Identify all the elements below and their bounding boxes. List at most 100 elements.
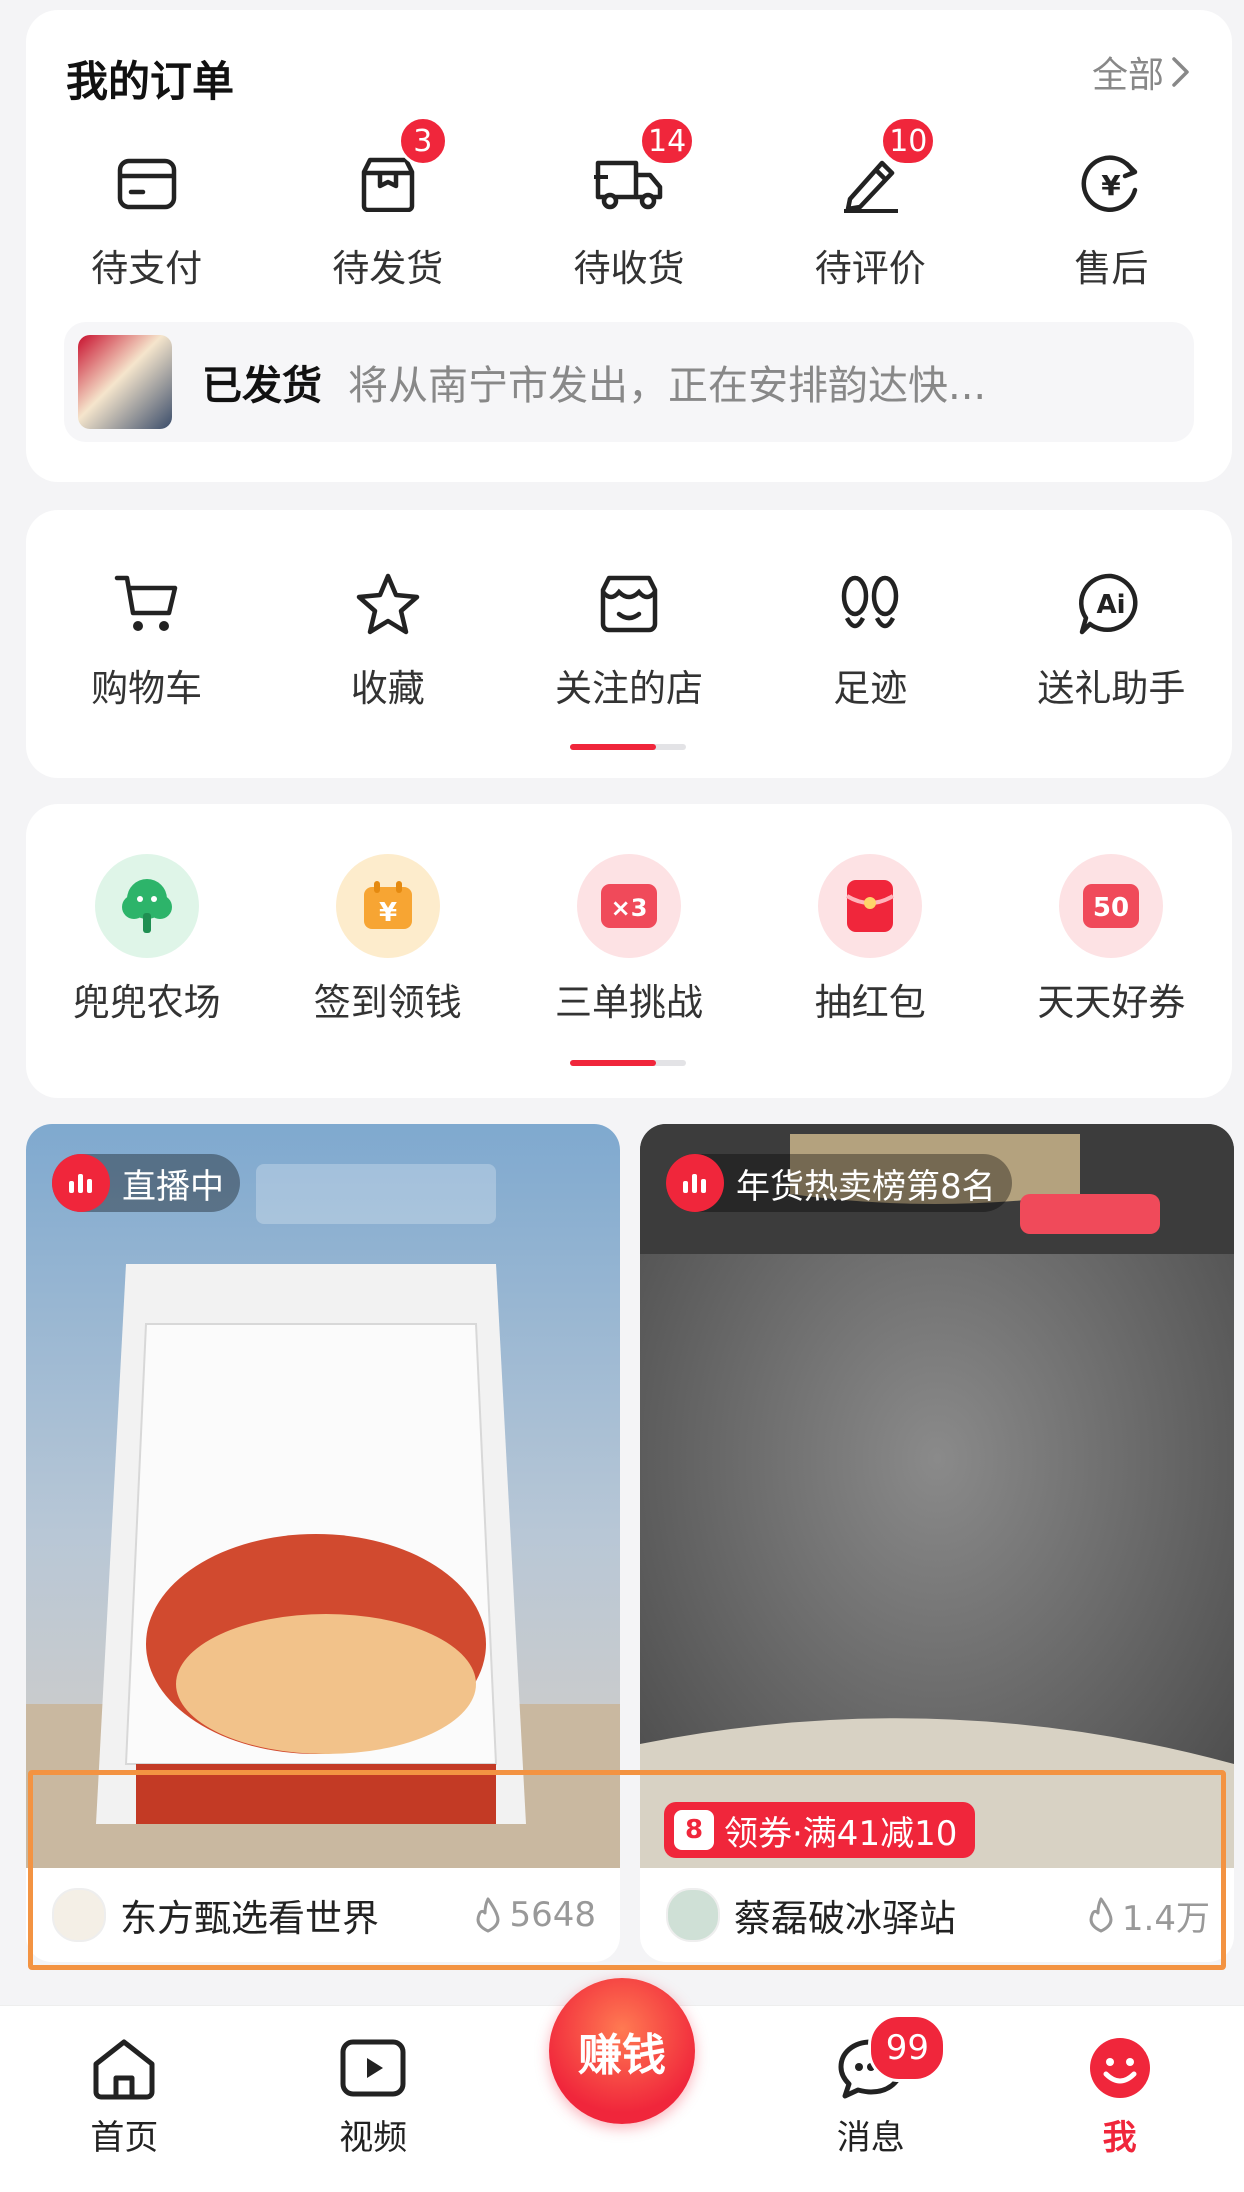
orders-all-label: 全部	[1091, 55, 1164, 96]
nav-profile[interactable]: 我	[995, 2006, 1244, 2192]
tool-followed-stores[interactable]: 关注的店	[508, 564, 749, 712]
tool-favorites[interactable]: 收藏	[267, 564, 508, 712]
order-pending-ship[interactable]: 3 待发货	[267, 116, 508, 292]
pending-review-badge: 10	[880, 116, 937, 166]
popularity: 5648	[473, 1895, 596, 1935]
streamer-name: 东方甄选看世界	[120, 1897, 379, 1940]
pending-ship-badge: 3	[397, 116, 448, 166]
rank-badge-label: 年货热卖榜第8名	[736, 1166, 996, 1207]
live-badge-label: 直播中	[122, 1166, 224, 1207]
activity-triple-label: 三单挑战	[555, 981, 703, 1024]
rank-badge: 年货热卖榜第8名	[666, 1154, 1012, 1212]
popularity-count: 5648	[509, 1895, 596, 1935]
coupon-tag[interactable]: 8 领券·满41减10	[664, 1802, 976, 1858]
avatar	[52, 1888, 106, 1942]
store-icon	[600, 575, 658, 633]
activity-triple-challenge[interactable]: ×3 三单挑战	[508, 854, 749, 1026]
tool-cart-label: 购物车	[91, 667, 203, 710]
feed-card-live[interactable]: 直播中 东方甄选看世界 5648	[26, 1124, 620, 1962]
red-envelope-icon	[846, 880, 895, 932]
package-icon	[361, 157, 415, 212]
nav-messages-label: 消息	[836, 2118, 905, 2158]
live-stream-preview-image	[26, 1124, 620, 1868]
svg-text:¥: ¥	[379, 898, 397, 928]
pending-receive-badge: 14	[639, 116, 696, 166]
rank-bars-icon	[683, 1174, 706, 1193]
tool-followed-stores-label: 关注的店	[555, 667, 703, 710]
activity-coupons-label: 天天好券	[1037, 981, 1186, 1024]
refund-icon: ¥	[1081, 155, 1138, 212]
orders-title: 我的订单	[66, 57, 235, 106]
avatar	[666, 1888, 720, 1942]
activity-checkin-icon-wrap: ¥	[335, 854, 440, 958]
activity-checkin[interactable]: ¥ 签到领钱	[267, 854, 508, 1026]
tree-icon	[121, 879, 172, 933]
activity-checkin-label: 签到领钱	[313, 981, 462, 1024]
order-pending-receive-label: 待收货	[573, 247, 685, 290]
flame-icon	[477, 1897, 500, 1933]
activity-farm-icon-wrap	[94, 854, 199, 958]
footprint-icon	[841, 575, 899, 629]
popularity: 1.4万	[1086, 1891, 1210, 1940]
shipping-status: 已发货	[202, 363, 322, 409]
nav-home[interactable]: 首页	[0, 2006, 249, 2192]
truck-icon	[594, 160, 663, 210]
nav-video[interactable]: 视频	[249, 2006, 498, 2192]
shipping-detail: 将从南宁市发出，正在安排韵达快...	[348, 363, 987, 409]
tool-gift-assistant-label: 送礼助手	[1037, 667, 1186, 710]
wallet-icon	[117, 158, 176, 210]
activity-farm-label: 兜兜农场	[72, 981, 221, 1024]
tool-favorites-label: 收藏	[350, 667, 425, 710]
activity-daily-coupons[interactable]: 50 天天好券	[991, 854, 1232, 1026]
feed-footer-ranked: 蔡磊破冰驿站 1.4万	[640, 1868, 1234, 1962]
activity-red-envelope-icon-wrap	[818, 854, 923, 958]
tool-cart[interactable]: 购物车	[26, 564, 267, 712]
order-pending-review[interactable]: 10 待评价	[750, 116, 991, 292]
ticket-x3-icon: ×3	[601, 884, 657, 928]
feed-card-ranked[interactable]: 年货热卖榜第8名 8 领券·满41减10 蔡磊破冰驿站 1.4万	[640, 1124, 1234, 1962]
live-bars-icon	[69, 1174, 92, 1193]
order-status-row: 待支付 3 待发货 14 待收货 10 待评价 ¥ 售后	[26, 116, 1232, 292]
svg-text:Ai: Ai	[1097, 590, 1126, 620]
nav-earn[interactable]: 赚钱	[498, 1978, 747, 2192]
activity-red-envelope[interactable]: 抽红包	[750, 854, 991, 1026]
nav-video-label: 视频	[339, 2118, 408, 2158]
shipping-product-thumbnail	[78, 335, 172, 429]
nav-messages[interactable]: 99 消息	[746, 2006, 995, 2192]
coupon-text: 领券·满41减10	[724, 1813, 958, 1854]
home-icon	[93, 2039, 155, 2100]
activities-row: 兜兜农场 ¥ 签到领钱 ×3 三单挑战 抽红包 50 天天好券	[26, 854, 1232, 1026]
order-pending-payment[interactable]: 待支付	[26, 144, 267, 292]
shipping-notice[interactable]: 已发货 将从南宁市发出，正在安排韵达快...	[64, 322, 1194, 442]
tools-page-indicator	[570, 744, 686, 750]
pen-icon	[844, 160, 899, 213]
earn-button[interactable]: 赚钱	[548, 1978, 695, 2124]
activity-farm[interactable]: 兜兜农场	[26, 854, 267, 1026]
activity-red-envelope-label: 抽红包	[814, 981, 926, 1024]
ai-icon: Ai	[1079, 573, 1138, 635]
activities-page-indicator	[570, 1060, 686, 1066]
tool-history[interactable]: 足迹	[750, 564, 991, 712]
svg-text:¥: ¥	[1102, 169, 1122, 202]
order-after-sales[interactable]: ¥ 售后	[991, 144, 1232, 292]
coupon-50-icon: 50	[1083, 884, 1140, 928]
nav-home-label: 首页	[90, 2118, 159, 2158]
tools-row: 购物车 收藏 关注的店 足迹 Ai 送礼助手	[26, 564, 1232, 712]
star-icon	[356, 573, 420, 635]
feed-footer-live: 东方甄选看世界 5648	[26, 1868, 620, 1962]
live-badge: 直播中	[52, 1154, 240, 1212]
cart-icon	[114, 575, 177, 631]
profile-icon	[1089, 2038, 1150, 2098]
product-preview-image	[640, 1124, 1234, 1868]
popularity-count: 1.4万	[1121, 1898, 1210, 1939]
activity-triple-glyph: ×3	[611, 894, 648, 922]
streamer-name: 蔡磊破冰驿站	[734, 1897, 956, 1940]
activity-coupons-glyph: 50	[1093, 893, 1129, 923]
video-icon	[340, 2039, 406, 2097]
orders-all-link[interactable]: 全部	[1092, 46, 1192, 98]
order-pending-review-label: 待评价	[814, 247, 926, 290]
activities-card: 兜兜农场 ¥ 签到领钱 ×3 三单挑战 抽红包 50 天天好券	[26, 804, 1232, 1098]
tool-gift-assistant[interactable]: Ai 送礼助手	[991, 564, 1232, 712]
order-after-sales-label: 售后	[1074, 247, 1149, 290]
order-pending-receive[interactable]: 14 待收货	[508, 116, 749, 292]
